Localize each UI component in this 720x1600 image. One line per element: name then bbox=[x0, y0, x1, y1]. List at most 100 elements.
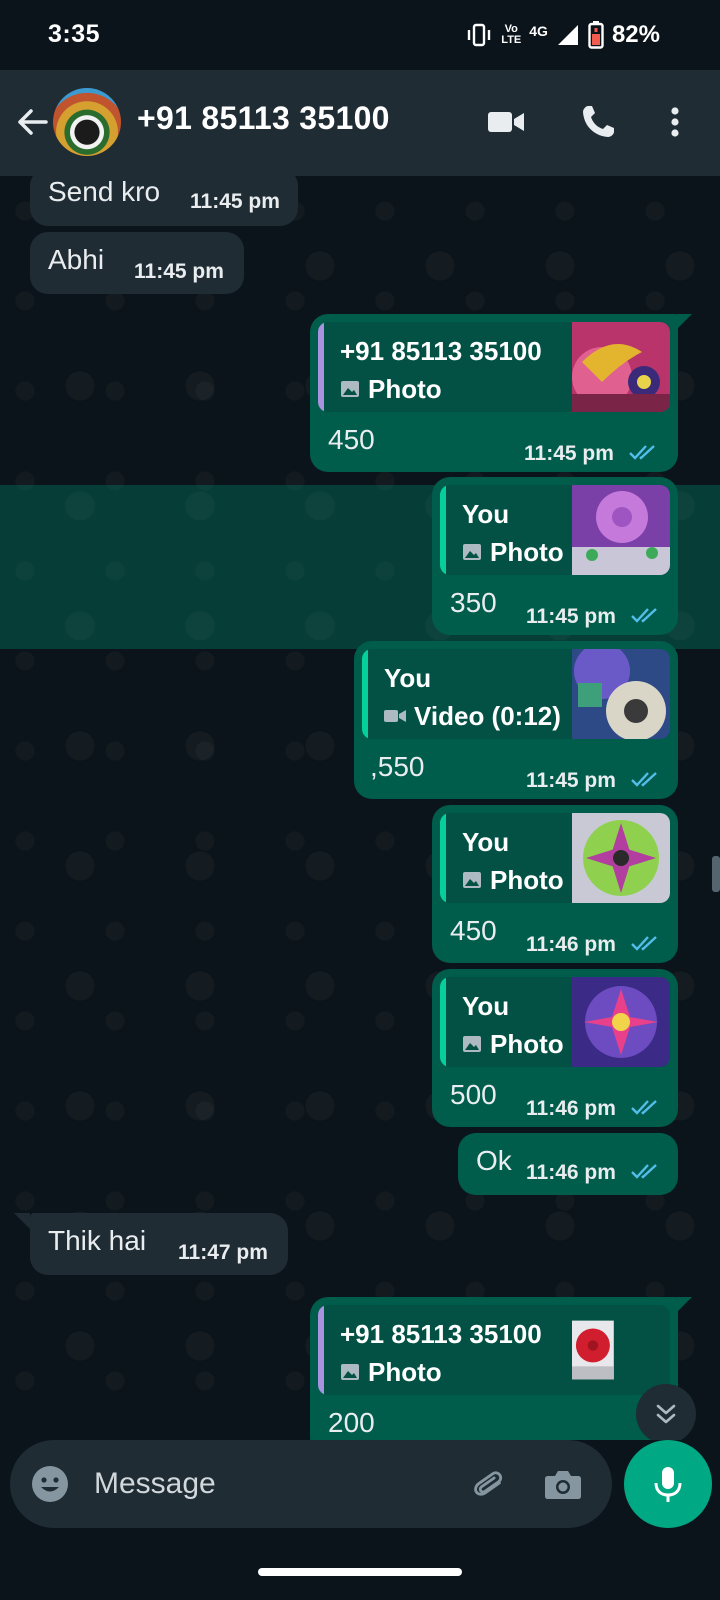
message-text: Send kro bbox=[48, 176, 161, 207]
quote-type: Photo bbox=[462, 1029, 564, 1059]
read-receipt-icon bbox=[631, 772, 657, 787]
message-incoming[interactable]: Send kro 11:45 pm bbox=[30, 176, 298, 226]
vibrate-icon bbox=[468, 23, 491, 47]
read-receipt-icon bbox=[631, 608, 657, 623]
message-time: 11:47 pm bbox=[178, 1241, 268, 1264]
quote-sender: You bbox=[462, 499, 510, 529]
battery-percent: 82% bbox=[611, 21, 660, 48]
video-call-icon[interactable] bbox=[484, 100, 528, 144]
message-time: 11:45 pm bbox=[526, 605, 616, 628]
scroll-to-bottom-button[interactable] bbox=[636, 1384, 696, 1440]
quote-type: Photo bbox=[340, 374, 442, 404]
bubble-tail bbox=[676, 1297, 692, 1313]
photo-icon bbox=[341, 381, 359, 397]
message-input[interactable] bbox=[92, 1460, 432, 1508]
message-composer bbox=[10, 1440, 612, 1528]
reply-quote[interactable]: You Photo bbox=[440, 813, 670, 903]
message-incoming[interactable]: Abhi 11:45 pm bbox=[30, 232, 244, 294]
photo-icon bbox=[341, 1364, 359, 1380]
status-time: 3:35 bbox=[48, 20, 101, 48]
volte-bottom: LTE bbox=[501, 34, 522, 46]
signal-icon bbox=[557, 25, 578, 45]
mic-icon bbox=[654, 1467, 682, 1502]
message-text: 450 bbox=[328, 424, 375, 455]
media-thumbnail bbox=[572, 649, 670, 739]
quote-type: Photo bbox=[340, 1357, 442, 1387]
scrollbar-thumb[interactable] bbox=[712, 856, 720, 892]
contact-name[interactable]: +91 85113 35100 bbox=[137, 100, 390, 137]
attach-icon[interactable] bbox=[468, 1464, 508, 1504]
message-outgoing-reply[interactable]: You Video (0:12) ,550 11:45 pm bbox=[354, 641, 678, 799]
message-time: 11:45 pm bbox=[190, 190, 280, 213]
reply-quote[interactable]: +91 85113 35100 Photo bbox=[318, 322, 670, 412]
media-thumbnail bbox=[572, 1320, 614, 1380]
quote-bar bbox=[362, 649, 368, 739]
media-thumbnail bbox=[572, 813, 670, 903]
photo-icon bbox=[463, 872, 481, 888]
quote-type-label: Photo bbox=[490, 1028, 564, 1059]
battery-icon bbox=[588, 21, 604, 49]
read-receipt-icon bbox=[631, 936, 657, 951]
media-thumbnail bbox=[572, 485, 670, 575]
message-outgoing-reply[interactable]: +91 85113 35100 Photo 200 bbox=[310, 1297, 678, 1440]
message-incoming[interactable]: Thik hai 11:47 pm bbox=[30, 1213, 288, 1275]
quote-sender: +91 85113 35100 bbox=[340, 1319, 542, 1349]
reply-quote[interactable]: You Photo bbox=[440, 977, 670, 1067]
reply-quote[interactable]: You Photo bbox=[440, 485, 670, 575]
quote-sender: You bbox=[462, 827, 510, 857]
message-text: 500 bbox=[450, 1079, 497, 1110]
photo-icon bbox=[463, 544, 481, 560]
message-time: 11:45 pm bbox=[524, 442, 614, 465]
chat-header: +91 85113 35100 bbox=[0, 70, 720, 176]
contact-avatar[interactable] bbox=[53, 88, 121, 156]
media-thumbnail bbox=[572, 977, 670, 1067]
quote-type-label: Photo bbox=[368, 1356, 442, 1387]
quote-bar bbox=[318, 1305, 324, 1395]
message-text: 200 bbox=[328, 1407, 375, 1438]
status-icons: Vo LTE 4G 82% bbox=[465, 18, 660, 52]
voice-record-button[interactable] bbox=[624, 1440, 712, 1528]
quote-sender: +91 85113 35100 bbox=[340, 336, 542, 366]
chat-area[interactable]: Send kro 11:45 pm Abhi 11:45 pm +91 8511… bbox=[0, 176, 720, 1440]
network-type: 4G bbox=[529, 23, 548, 39]
message-text: Ok bbox=[476, 1145, 512, 1176]
quote-bar bbox=[440, 813, 446, 903]
quote-type-label: Video (0:12) bbox=[414, 700, 561, 731]
quote-bar bbox=[318, 322, 324, 412]
message-outgoing-reply[interactable]: You Photo 500 11:46 pm bbox=[432, 969, 678, 1127]
video-icon bbox=[384, 710, 406, 722]
more-options-icon[interactable] bbox=[660, 100, 690, 144]
message-outgoing[interactable]: Ok 11:46 pm bbox=[458, 1133, 678, 1195]
quote-type: Photo bbox=[462, 537, 564, 567]
reply-quote[interactable]: +91 85113 35100 Photo bbox=[318, 1305, 670, 1395]
back-arrow-icon[interactable] bbox=[14, 104, 50, 140]
status-bar: 3:35 Vo LTE 4G 82% bbox=[0, 0, 720, 70]
volte-indicator: Vo LTE bbox=[501, 24, 521, 46]
media-thumbnail bbox=[572, 322, 670, 412]
voice-call-icon[interactable] bbox=[576, 100, 620, 144]
quote-sender: You bbox=[384, 663, 432, 693]
quote-type-label: Photo bbox=[490, 864, 564, 895]
read-receipt-icon bbox=[629, 445, 655, 460]
double-chevron-down-icon bbox=[656, 1404, 676, 1424]
message-outgoing-reply[interactable]: You Photo 350 11:45 pm bbox=[432, 477, 678, 635]
message-time: 11:45 pm bbox=[526, 769, 616, 792]
emoji-icon[interactable] bbox=[30, 1464, 70, 1504]
home-indicator[interactable] bbox=[258, 1568, 462, 1576]
message-text: 450 bbox=[450, 915, 497, 946]
message-text: 350 bbox=[450, 587, 497, 618]
reply-quote[interactable]: You Video (0:12) bbox=[362, 649, 670, 739]
camera-icon[interactable] bbox=[542, 1464, 584, 1504]
message-time: 11:46 pm bbox=[526, 1097, 616, 1120]
message-time: 11:45 pm bbox=[134, 260, 224, 283]
quote-bar bbox=[440, 485, 446, 575]
message-outgoing-reply[interactable]: You Photo 450 11:46 pm bbox=[432, 805, 678, 963]
read-receipt-icon bbox=[631, 1164, 657, 1179]
quote-sender: You bbox=[462, 991, 510, 1021]
read-receipt-icon bbox=[631, 1100, 657, 1115]
message-time: 11:46 pm bbox=[526, 933, 616, 956]
message-outgoing-reply[interactable]: +91 85113 35100 Photo 450 11:45 pm bbox=[310, 314, 678, 472]
bubble-tail bbox=[14, 1213, 30, 1229]
bubble-tail bbox=[676, 314, 692, 330]
quote-type-label: Photo bbox=[368, 373, 442, 404]
